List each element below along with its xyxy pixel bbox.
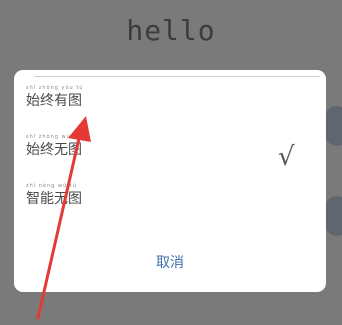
option-smart-no-images[interactable]: zhì néng wú tú 智能无图 xyxy=(26,183,116,217)
image-mode-dialog: shǐ zhōng yǒu tú 始终有图 shǐ zhōng wú tú 始终… xyxy=(14,70,326,292)
divider xyxy=(34,76,320,77)
option-pinyin: zhì néng wú tú xyxy=(26,183,77,189)
option-pinyin: shǐ zhōng wú tú xyxy=(26,134,81,140)
option-label: 始终无图 xyxy=(26,142,82,158)
option-always-show-images[interactable]: shǐ zhōng yǒu tú 始终有图 xyxy=(26,85,116,119)
option-never-show-images[interactable]: shǐ zhōng wú tú 始终无图 xyxy=(26,134,116,168)
option-label: 始终有图 xyxy=(26,93,82,109)
page-title: hello xyxy=(126,14,216,47)
check-icon: √ xyxy=(278,142,295,172)
option-label: 智能无图 xyxy=(26,191,82,207)
cancel-button[interactable]: 取消 xyxy=(14,252,326,272)
option-pinyin: shǐ zhōng yǒu tú xyxy=(26,85,84,91)
